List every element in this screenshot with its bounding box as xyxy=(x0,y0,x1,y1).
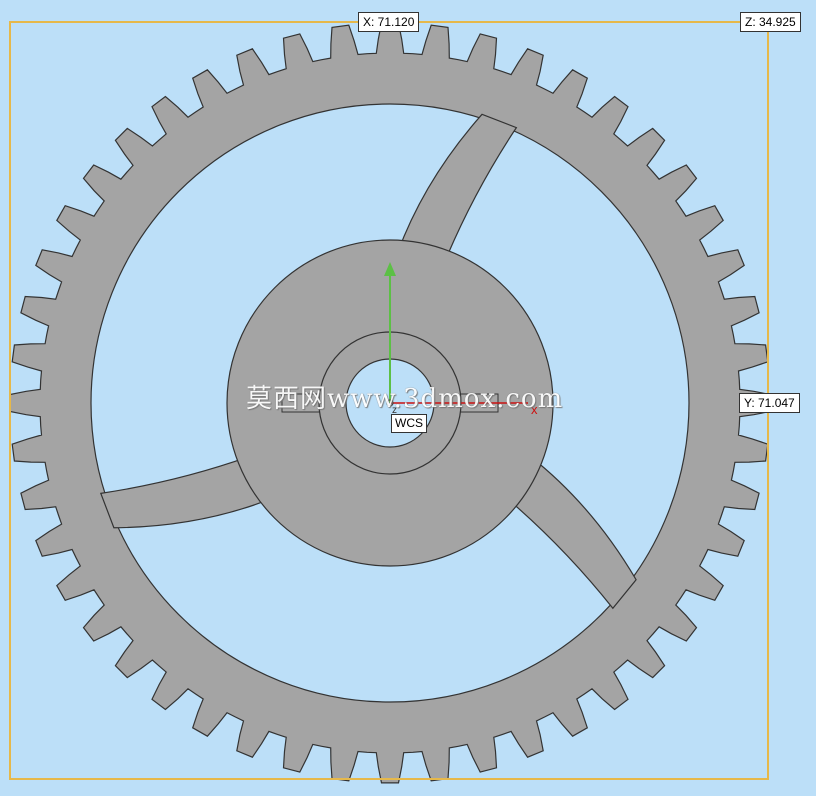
z-dimension-label: Z: 34.925 xyxy=(740,12,801,32)
wcs-label: WCS xyxy=(391,414,427,433)
x-dimension-label: X: 71.120 xyxy=(358,12,420,32)
gear-spoke-1 xyxy=(396,113,518,264)
graphics-viewport[interactable]: x z X: 71.120 Z: 34.925 Y: 71.047 WCS 莫西… xyxy=(0,0,816,796)
watermark: 莫西网www.3dmox.com xyxy=(246,384,564,414)
y-dimension-label: Y: 71.047 xyxy=(739,393,800,413)
